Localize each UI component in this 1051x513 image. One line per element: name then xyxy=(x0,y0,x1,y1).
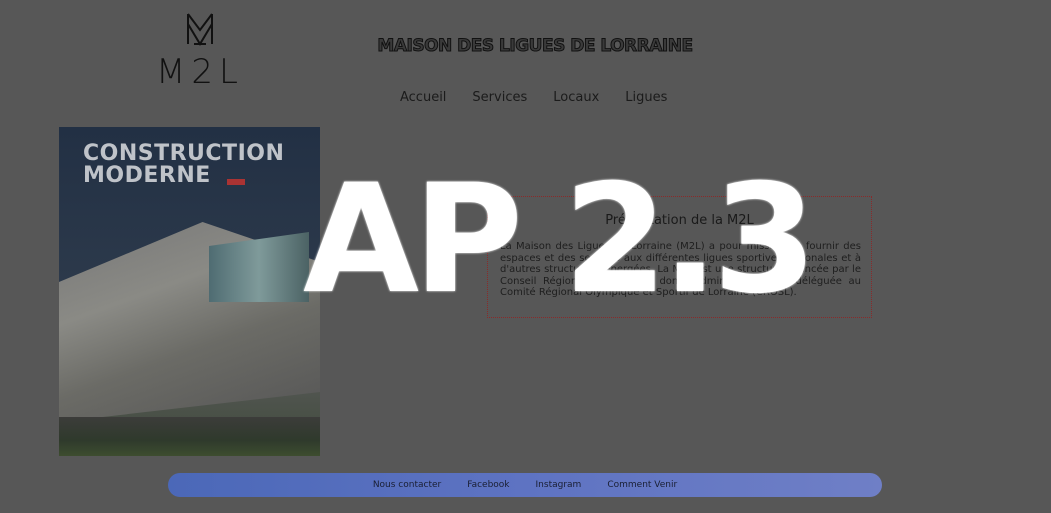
m2l-monogram-icon xyxy=(187,13,213,46)
main-nav: Accueil Services Locaux Ligues xyxy=(400,90,667,105)
footer-link-instagram[interactable]: Instagram xyxy=(536,480,582,490)
cover-title-line-1: CONSTRUCTION xyxy=(83,141,285,166)
footer-link-facebook[interactable]: Facebook xyxy=(467,480,509,490)
page-frame: M2L MAISON DES LIGUES DE LORRAINE Accuei… xyxy=(0,0,1051,513)
nav-item-ligues[interactable]: Ligues xyxy=(625,90,667,105)
footer-link-directions[interactable]: Comment Venir xyxy=(607,480,677,490)
cover-ground xyxy=(59,417,320,456)
nav-item-locaux[interactable]: Locaux xyxy=(553,90,599,105)
cover-badge xyxy=(227,179,245,185)
footer-link-contact[interactable]: Nous contacter xyxy=(373,480,441,490)
nav-item-services[interactable]: Services xyxy=(472,90,527,105)
logo-text: M2L xyxy=(156,52,244,92)
m2l-logo[interactable]: M2L xyxy=(150,10,250,92)
cover-title-line-2: MODERNE xyxy=(83,163,211,188)
footer-bar: Nous contacter Facebook Instagram Commen… xyxy=(168,473,882,497)
nav-item-accueil[interactable]: Accueil xyxy=(400,90,446,105)
cover-title: CONSTRUCTION MODERNE xyxy=(83,143,284,187)
overlay-title: AP 2.3 xyxy=(303,153,817,327)
site-title: MAISON DES LIGUES DE LORRAINE xyxy=(377,36,694,57)
